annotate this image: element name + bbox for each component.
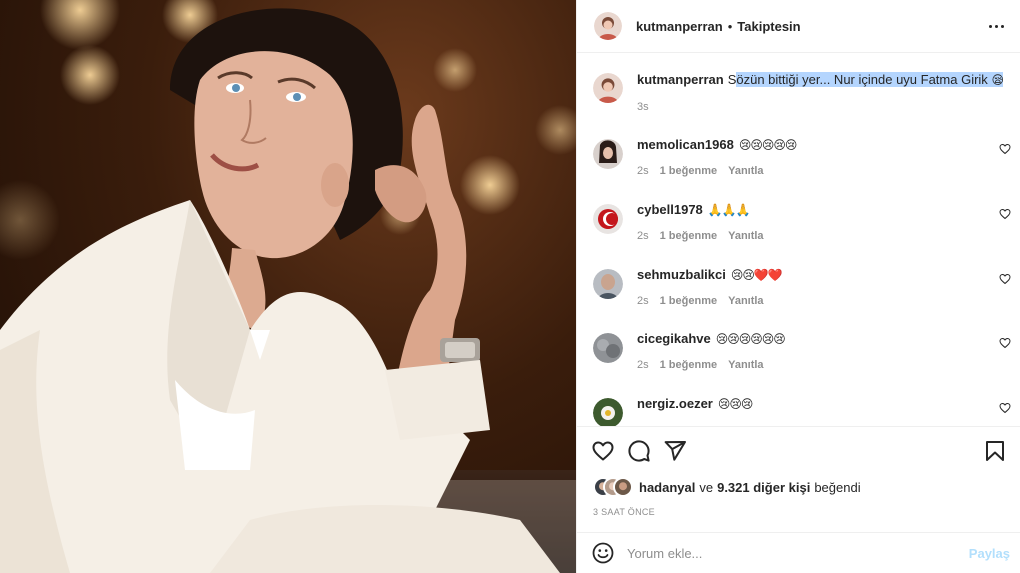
post-caption: kutmanperran Sözün bittiği yer... Nur içi… xyxy=(593,71,1013,113)
portrait-illustration xyxy=(0,0,576,573)
comment-like-count[interactable]: 1 beğenme xyxy=(660,165,717,177)
post-actions: hadanyal ve 9.321 diğer kişi beğendi 3 S… xyxy=(577,426,1020,532)
post-photo[interactable] xyxy=(0,0,576,573)
liker-avatar xyxy=(613,477,633,497)
likes-suffix: beğendi xyxy=(814,479,861,495)
commenter-avatar[interactable] xyxy=(593,398,623,426)
bookmark-icon[interactable] xyxy=(983,439,1007,463)
caption-text-highlight: özün bittiği yer... Nur içinde uyu Fatma… xyxy=(736,72,988,87)
comment-meta: 2s 1 beğenme Yanıtla xyxy=(637,295,764,307)
caption-username[interactable]: kutmanperran xyxy=(637,72,724,87)
more-options-icon[interactable] xyxy=(984,14,1008,38)
comment-item: nergiz.oezer 😢😢😢 xyxy=(593,395,1013,426)
comment-like-count[interactable]: 1 beğenme xyxy=(660,230,717,242)
post-detail-panel: kutmanperran • Takiptesin kutmanperran Sö… xyxy=(576,0,1020,573)
other-likes-count[interactable]: 9.321 diğer kişi xyxy=(717,480,810,495)
commenter-avatar[interactable] xyxy=(593,333,623,363)
comment-meta: 2s 1 beğenme Yanıtla xyxy=(637,359,764,371)
small-heart-icon[interactable] xyxy=(999,402,1011,414)
small-heart-icon[interactable] xyxy=(999,143,1011,155)
comment-text: 😢😢😢😢😢 xyxy=(738,138,798,152)
comment-like-count[interactable]: 1 beğenme xyxy=(660,295,717,307)
author-avatar[interactable] xyxy=(594,12,622,40)
caption-avatar[interactable] xyxy=(593,73,623,103)
comment-item: cybell1978 🙏🙏🙏 2s 1 beğenme Yanıtla xyxy=(593,201,1013,261)
caption-text-selected: özün bittiği yer... Nur içinde uyu Fatma… xyxy=(736,72,1004,87)
reply-button[interactable]: Yanıtla xyxy=(728,230,763,242)
comment-username[interactable]: memolican1968 xyxy=(637,137,734,152)
likes-joiner: ve xyxy=(699,479,714,495)
comments-list[interactable]: kutmanperran Sözün bittiği yer... Nur içi… xyxy=(577,54,1020,426)
comment-time[interactable]: 2s xyxy=(637,230,649,242)
comment-text: 🙏🙏🙏 xyxy=(707,203,751,217)
comment-meta: 2s 1 beğenme Yanıtla xyxy=(637,230,764,242)
caption-emoji: 😪 xyxy=(991,73,1003,87)
comment-like-count[interactable]: 1 beğenme xyxy=(660,359,717,371)
small-heart-icon[interactable] xyxy=(999,337,1011,349)
comment-time[interactable]: 2s xyxy=(637,359,649,371)
header-separator: • xyxy=(727,18,733,34)
reply-button[interactable]: Yanıtla xyxy=(728,165,763,177)
share-icon[interactable] xyxy=(663,439,687,463)
commenter-avatar[interactable] xyxy=(593,269,623,299)
comment-time[interactable]: 2s xyxy=(637,165,649,177)
comment-item: cicegikahve 😢😢😢😢😢😢 2s 1 beğenme Yanıtla xyxy=(593,330,1013,390)
emoji-icon[interactable] xyxy=(591,541,615,565)
likes-summary: hadanyal ve 9.321 diğer kişi beğendi xyxy=(593,477,865,497)
commenter-avatar[interactable] xyxy=(593,204,623,234)
liker-avatars[interactable] xyxy=(593,477,633,497)
comment-item: sehmuzbalikci 😢😢❤️❤️ 2s 1 beğenme Yanıtla xyxy=(593,266,1013,326)
comment-text: 😢😢❤️❤️ xyxy=(730,268,783,282)
comment-username[interactable]: sehmuzbalikci xyxy=(637,267,726,282)
small-heart-icon[interactable] xyxy=(999,208,1011,220)
author-username[interactable]: kutmanperran xyxy=(636,19,723,34)
heart-icon[interactable] xyxy=(591,439,615,463)
comment-input[interactable] xyxy=(627,545,947,561)
comment-username[interactable]: cicegikahve xyxy=(637,331,711,346)
comment-icon[interactable] xyxy=(627,439,651,463)
comment-text: 😢😢😢😢😢😢 xyxy=(715,332,786,346)
small-heart-icon[interactable] xyxy=(999,273,1011,285)
comment-username[interactable]: nergiz.oezer xyxy=(637,396,713,411)
post-comment-button[interactable]: Paylaş xyxy=(969,546,1010,561)
comment-text: 😢😢😢 xyxy=(717,397,754,411)
commenter-avatar[interactable] xyxy=(593,139,623,169)
reply-button[interactable]: Yanıtla xyxy=(728,295,763,307)
add-comment-bar: Paylaş xyxy=(577,532,1020,573)
post-header: kutmanperran • Takiptesin xyxy=(577,0,1020,53)
comment-item: memolican1968 😢😢😢😢😢 2s 1 beğenme Yanıtla xyxy=(593,136,1013,196)
first-liker[interactable]: hadanyal xyxy=(639,480,695,495)
comment-username[interactable]: cybell1978 xyxy=(637,202,703,217)
follow-status[interactable]: Takiptesin xyxy=(737,19,800,34)
reply-button[interactable]: Yanıtla xyxy=(728,359,763,371)
caption-time[interactable]: 3s xyxy=(637,101,1003,113)
comment-time[interactable]: 2s xyxy=(637,295,649,307)
post-timestamp[interactable]: 3 SAAT ÖNCE xyxy=(593,507,655,517)
comment-meta: 2s 1 beğenme Yanıtla xyxy=(637,165,764,177)
